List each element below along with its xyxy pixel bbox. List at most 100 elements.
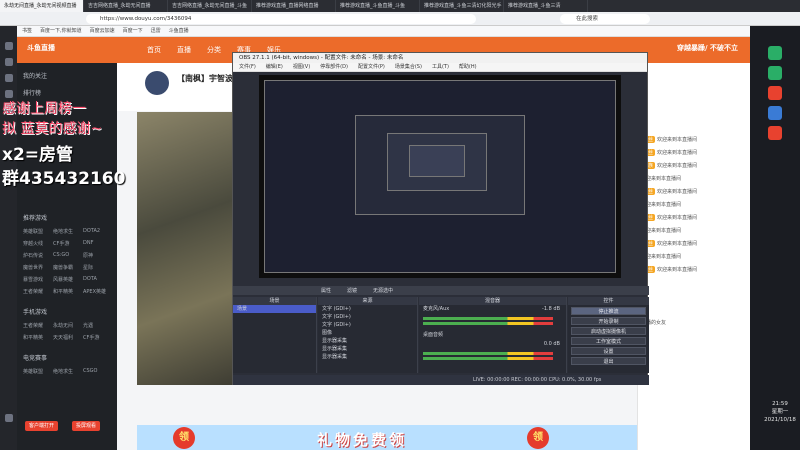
game-link[interactable]: 王者荣耀 <box>23 288 51 295</box>
nav-follow[interactable]: 我的关注 <box>17 67 117 84</box>
nav-item[interactable]: 分类 <box>207 45 221 55</box>
menu-item[interactable]: 编辑(E) <box>266 63 283 71</box>
game-link[interactable]: 穿越火线 <box>23 240 51 247</box>
game-link[interactable]: CSGO <box>83 368 111 375</box>
game-link[interactable]: 魔兽世界 <box>23 264 51 271</box>
menu-item[interactable]: 场景集合(S) <box>395 63 422 71</box>
virtual-cam-button[interactable]: 启动虚拟摄像机 <box>571 327 646 335</box>
address-input[interactable]: https://www.douyu.com/3436094 <box>86 14 476 24</box>
game-link[interactable]: 炉石传说 <box>23 252 51 259</box>
source-item[interactable]: 文字 (GDI+) <box>318 313 417 321</box>
obs-preview[interactable] <box>259 75 621 278</box>
game-link[interactable]: DOTA <box>83 276 111 283</box>
game-link[interactable]: DOTA2 <box>83 228 111 235</box>
browser-tab[interactable]: 推荐游戏直播_斗鱼三清 <box>504 0 588 12</box>
exit-button[interactable]: 退出 <box>571 357 646 365</box>
game-link[interactable]: 魔兽争霸 <box>53 264 81 271</box>
volume-meter <box>423 322 553 325</box>
game-link[interactable]: CF手游 <box>83 334 111 341</box>
gift-banner[interactable]: 领 礼物免费领 领 <box>137 425 637 450</box>
stop-stream-button[interactable]: 停止推流 <box>571 307 646 315</box>
game-link[interactable]: 王者荣耀 <box>23 322 51 329</box>
clock-weekday: 星期一 <box>771 409 789 415</box>
bookmark[interactable]: 百度一下,你就知道 <box>40 26 82 36</box>
browser-tab[interactable]: 推荐游戏直播_斗鱼直播_斗鱼 <box>336 0 420 12</box>
bookmark[interactable]: 斗鱼直播 <box>169 26 189 36</box>
app-icon[interactable] <box>768 126 782 140</box>
mixer-channel-name: 桌面音频 <box>423 332 444 338</box>
browser-tab[interactable]: 推荐游戏直播_斗鱼三清幻化阳光手 <box>420 0 504 12</box>
menu-item[interactable]: 文件(F) <box>239 63 256 71</box>
game-link[interactable]: DNF <box>83 240 111 247</box>
studio-mode-button[interactable]: 工作室模式 <box>571 337 646 345</box>
game-link[interactable]: CS:GO <box>53 252 81 259</box>
menu-item[interactable]: 工具(T) <box>432 63 449 71</box>
open-client-button[interactable]: 客户端打开 <box>25 421 59 431</box>
game-link[interactable]: 光遇 <box>83 322 111 329</box>
nav-item[interactable]: 直播 <box>177 45 191 55</box>
history-icon[interactable] <box>4 58 13 66</box>
banner-text: 礼物免费领 <box>317 431 408 449</box>
game-link[interactable]: CF手游 <box>53 240 81 247</box>
source-item[interactable]: 显示器采集 <box>318 345 417 353</box>
game-link[interactable]: 风暴英雄 <box>53 276 81 283</box>
browser-tab[interactable]: 永劫无间直播_永劫无间视频直播 <box>0 0 84 12</box>
game-link[interactable]: 星际 <box>83 264 111 271</box>
wechat-icon[interactable] <box>768 46 782 60</box>
sources-dock: 来源 文字 (GDI+) 文字 (GDI+) 文字 (GDI+) 图像 显示器采… <box>318 297 418 373</box>
avatar[interactable] <box>145 71 169 95</box>
bookmark[interactable]: 百度云加速 <box>90 26 115 36</box>
game-link[interactable]: 暴雪游戏 <box>23 276 51 283</box>
nav-item[interactable]: 首页 <box>147 45 161 55</box>
scene-item[interactable]: 场景 <box>233 305 316 313</box>
source-item[interactable]: 文字 (GDI+) <box>318 305 417 313</box>
source-item[interactable]: 显示器采集 <box>318 353 417 361</box>
game-link[interactable]: 绝地求生 <box>53 228 81 235</box>
bookmark[interactable]: 书签 <box>22 26 32 36</box>
settings-icon[interactable] <box>4 414 13 422</box>
browser-tab[interactable]: 吉吉网络直播_永劫无间直播 <box>84 0 168 12</box>
obs-title-bar[interactable]: OBS 27.1.1 (64-bit, windows) - 配置文件: 未命名… <box>233 53 647 63</box>
dock-title: 场景 <box>233 297 316 305</box>
settings-button[interactable]: 设置 <box>571 347 646 355</box>
browser-tab[interactable]: 推荐游戏直播_直播网络直播 <box>252 0 336 12</box>
menu-item[interactable]: 帮助(H) <box>459 63 477 71</box>
douyu-logo[interactable]: 斗鱼直播 <box>27 43 97 57</box>
cast-button[interactable]: 投屏观看 <box>72 421 101 431</box>
game-link[interactable]: 和平精英 <box>23 334 51 341</box>
menu-item[interactable]: 视图(V) <box>293 63 310 71</box>
browser-tab[interactable]: 吉吉网络直播_永劫无间直播_斗鱼 <box>168 0 252 12</box>
app-icon[interactable] <box>768 106 782 120</box>
no-source-label: 无源选中 <box>373 288 394 294</box>
browser-search-input[interactable]: 在此搜索 <box>560 14 650 24</box>
game-link[interactable]: 原神 <box>83 252 111 259</box>
game-link[interactable]: 绝地求生 <box>53 368 81 375</box>
taskbar-clock[interactable]: 21:59 星期一 2021/10/18 <box>760 400 800 424</box>
mail-icon[interactable] <box>4 90 13 98</box>
source-item[interactable]: 图像 <box>318 329 417 337</box>
bookmark[interactable]: 百度一下 <box>123 26 143 36</box>
video-player[interactable] <box>137 112 232 385</box>
menu-item[interactable]: 停靠部件(D) <box>320 63 348 71</box>
streamer-name: 【南枫】宇智波 <box>177 74 233 83</box>
app-icon[interactable] <box>768 86 782 100</box>
mobile-grid: 王者荣耀 永劫无间 光遇 和平精英 天天福利 CF手游 <box>17 320 117 343</box>
game-link[interactable]: 英雄联盟 <box>23 228 51 235</box>
bookmark[interactable]: 迅雷 <box>151 26 161 36</box>
download-icon[interactable] <box>4 74 13 82</box>
game-link[interactable]: 天天福利 <box>53 334 81 341</box>
game-link[interactable]: 英雄联盟 <box>23 368 51 375</box>
filters-tab[interactable]: 滤镜 <box>347 287 357 294</box>
game-link[interactable]: 永劫无间 <box>53 322 81 329</box>
game-link[interactable]: 和平精英 <box>53 288 81 295</box>
star-icon[interactable] <box>4 42 13 50</box>
menu-item[interactable]: 配置文件(P) <box>358 63 385 71</box>
game-link[interactable]: APEX英雄 <box>83 288 111 295</box>
address-bar-row: https://www.douyu.com/3436094 在此搜索 <box>0 12 800 26</box>
source-item[interactable]: 显示器采集 <box>318 337 417 345</box>
app-icon[interactable] <box>768 66 782 80</box>
scenes-dock: 场景 场景 <box>233 297 317 373</box>
props-tab[interactable]: 属性 <box>321 287 331 294</box>
source-item[interactable]: 文字 (GDI+) <box>318 321 417 329</box>
start-record-button[interactable]: 开始录制 <box>571 317 646 325</box>
